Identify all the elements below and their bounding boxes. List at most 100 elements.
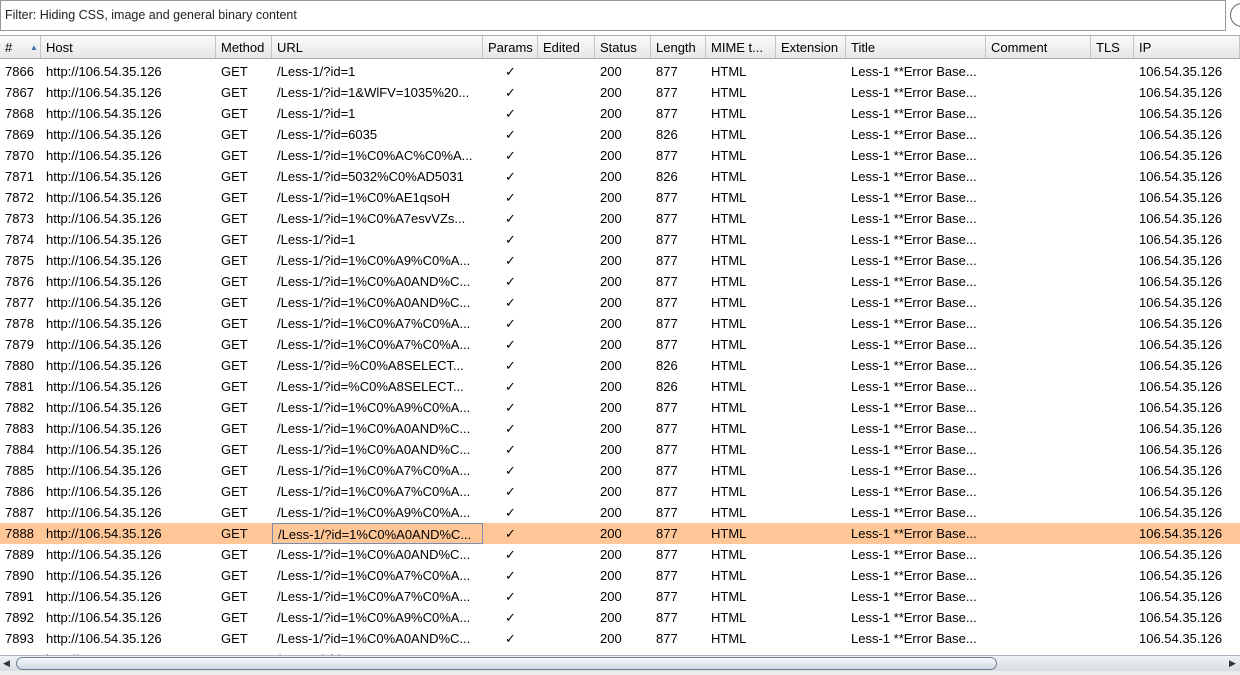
- cell-extension: [776, 271, 846, 292]
- table-row[interactable]: 7878 http://106.54.35.126 GET/Less-1/?id=1…: [0, 313, 1240, 334]
- cell-length: 826: [656, 127, 678, 142]
- cell-method: GET: [221, 190, 248, 205]
- column-header-status[interactable]: Status: [595, 36, 651, 58]
- column-header-label: URL: [277, 40, 304, 55]
- http-history-table: 7866 http://106.54.35.126 GET/Less-1/?id=1…: [0, 61, 1240, 655]
- cell-method: GET: [221, 379, 248, 394]
- cell-edited: [538, 502, 595, 523]
- column-header-id[interactable]: # ▲: [0, 36, 41, 58]
- cell-status: 200: [600, 253, 622, 268]
- cell-status: 200: [600, 400, 622, 415]
- horizontal-scrollbar[interactable]: ◀ ▶: [0, 655, 1240, 671]
- cell-url: /Less-1/?id=1%C0%A7%C0%A...: [277, 568, 471, 583]
- cell-title: Less-1 **Error Base...: [851, 190, 977, 205]
- table-row[interactable]: 7869 http://106.54.35.126 GET/Less-1/?id=6…: [0, 124, 1240, 145]
- cell-length: 877: [656, 442, 678, 457]
- cell-mime: HTML: [711, 484, 747, 499]
- table-row[interactable]: 7890 http://106.54.35.126 GET/Less-1/?id=1…: [0, 565, 1240, 586]
- cell-title: Less-1 **Error Base...: [851, 631, 977, 646]
- cell-url: /Less-1/?id=1%C0%A7%C0%A...: [277, 463, 471, 478]
- cell-method: GET: [221, 337, 248, 352]
- cell-mime: HTML: [711, 148, 747, 163]
- table-row[interactable]: 7886 http://106.54.35.126 GET/Less-1/?id=1…: [0, 481, 1240, 502]
- table-row[interactable]: 7881 http://106.54.35.126 GET/Less-1/?id=%…: [0, 376, 1240, 397]
- table-row[interactable]: 7873 http://106.54.35.126 GET/Less-1/?id=1…: [0, 208, 1240, 229]
- scroll-left-icon[interactable]: ◀: [3, 658, 10, 669]
- table-row[interactable]: 7883 http://106.54.35.126 GET/Less-1/?id=1…: [0, 418, 1240, 439]
- cell-ip: 106.54.35.126: [1139, 127, 1223, 142]
- cell-host: http://106.54.35.126: [46, 358, 162, 373]
- cell-url: /Less-1/?id=1%C0%A9%C0%A...: [277, 610, 471, 625]
- cell-extension: [776, 439, 846, 460]
- cell-mime: HTML: [711, 568, 747, 583]
- table-row[interactable]: 7867 http://106.54.35.126 GET/Less-1/?id=1…: [0, 82, 1240, 103]
- cell-tls: [1091, 544, 1134, 565]
- cell-comment: [986, 250, 1091, 271]
- table-row[interactable]: 7887 http://106.54.35.126 GET/Less-1/?id=1…: [0, 502, 1240, 523]
- column-header-url[interactable]: URL: [272, 36, 483, 58]
- column-header-edited[interactable]: Edited: [538, 36, 595, 58]
- cell-mime: HTML: [711, 211, 747, 226]
- cell-length: 877: [656, 274, 678, 289]
- cell-tls: [1091, 418, 1134, 439]
- table-row[interactable]: 7868 http://106.54.35.126 GET/Less-1/?id=1…: [0, 103, 1240, 124]
- cell-comment: [986, 481, 1091, 502]
- help-button[interactable]: [1230, 3, 1240, 27]
- column-header-title[interactable]: Title: [846, 36, 986, 58]
- table-row[interactable]: 7876 http://106.54.35.126 GET/Less-1/?id=1…: [0, 271, 1240, 292]
- table-row[interactable]: 7877 http://106.54.35.126 GET/Less-1/?id=1…: [0, 292, 1240, 313]
- table-row[interactable]: 7891 http://106.54.35.126 GET/Less-1/?id=1…: [0, 586, 1240, 607]
- cell-status: 200: [600, 274, 622, 289]
- table-row[interactable]: 7870 http://106.54.35.126 GET/Less-1/?id=1…: [0, 145, 1240, 166]
- table-row[interactable]: 7871 http://106.54.35.126 GET/Less-1/?id=5…: [0, 166, 1240, 187]
- cell-edited: [538, 586, 595, 607]
- cell-host: http://106.54.35.126: [46, 232, 162, 247]
- cell-host: http://106.54.35.126: [46, 547, 162, 562]
- cell-tls: [1091, 208, 1134, 229]
- table-row[interactable]: 7893 http://106.54.35.126 GET/Less-1/?id=1…: [0, 628, 1240, 649]
- table-row[interactable]: 7885 http://106.54.35.126 GET/Less-1/?id=1…: [0, 460, 1240, 481]
- table-row[interactable]: 7879 http://106.54.35.126 GET/Less-1/?id=1…: [0, 334, 1240, 355]
- cell-mime: HTML: [711, 295, 747, 310]
- table-row[interactable]: 7888 http://106.54.35.126 GET/Less-1/?id=1…: [0, 523, 1240, 544]
- cell-id: 7870: [5, 148, 34, 163]
- params-check-icon: ✓: [505, 400, 516, 415]
- table-row[interactable]: 7872 http://106.54.35.126 GET/Less-1/?id=1…: [0, 187, 1240, 208]
- cell-ip: 106.54.35.126: [1139, 232, 1223, 247]
- table-row[interactable]: 7889 http://106.54.35.126 GET/Less-1/?id=1…: [0, 544, 1240, 565]
- cell-host: http://106.54.35.126: [46, 190, 162, 205]
- scroll-right-icon[interactable]: ▶: [1229, 658, 1236, 669]
- column-header-length[interactable]: Length: [651, 36, 706, 58]
- cell-title: Less-1 **Error Base...: [851, 295, 977, 310]
- params-check-icon: ✓: [505, 106, 516, 121]
- column-header-host[interactable]: Host: [41, 36, 216, 58]
- table-row[interactable]: 7880 http://106.54.35.126 GET/Less-1/?id=%…: [0, 355, 1240, 376]
- cell-tls: [1091, 460, 1134, 481]
- column-header-label: Extension: [781, 40, 839, 55]
- column-header-params[interactable]: Params: [483, 36, 538, 58]
- table-row[interactable]: 7874 http://106.54.35.126 GET/Less-1/?id=1…: [0, 229, 1240, 250]
- cell-status: 200: [600, 64, 622, 79]
- cell-status: 200: [600, 442, 622, 457]
- column-header-mime[interactable]: MIME t...: [706, 36, 776, 58]
- column-header-tls[interactable]: TLS: [1091, 36, 1134, 58]
- column-header-method[interactable]: Method: [216, 36, 272, 58]
- cell-length: 877: [656, 85, 678, 100]
- table-row[interactable]: 7892 http://106.54.35.126 GET/Less-1/?id=1…: [0, 607, 1240, 628]
- column-header-comment[interactable]: Comment: [986, 36, 1091, 58]
- params-check-icon: ✓: [505, 274, 516, 289]
- scrollbar-thumb[interactable]: [16, 657, 997, 670]
- cell-mime: HTML: [711, 442, 747, 457]
- table-row[interactable]: 7884 http://106.54.35.126 GET/Less-1/?id=1…: [0, 439, 1240, 460]
- cell-ip: 106.54.35.126: [1139, 526, 1223, 541]
- table-row[interactable]: 7882 http://106.54.35.126 GET/Less-1/?id=1…: [0, 397, 1240, 418]
- params-check-icon: ✓: [505, 631, 516, 646]
- table-row[interactable]: 7875 http://106.54.35.126 GET/Less-1/?id=1…: [0, 250, 1240, 271]
- cell-length: 877: [656, 589, 678, 604]
- table-row[interactable]: 7866 http://106.54.35.126 GET/Less-1/?id=1…: [0, 61, 1240, 82]
- column-header-extension[interactable]: Extension: [776, 36, 846, 58]
- column-header-ip[interactable]: IP: [1134, 36, 1240, 58]
- cell-mime: HTML: [711, 610, 747, 625]
- filter-bar[interactable]: Filter: Hiding CSS, image and general bi…: [0, 0, 1226, 31]
- cell-edited: [538, 523, 595, 544]
